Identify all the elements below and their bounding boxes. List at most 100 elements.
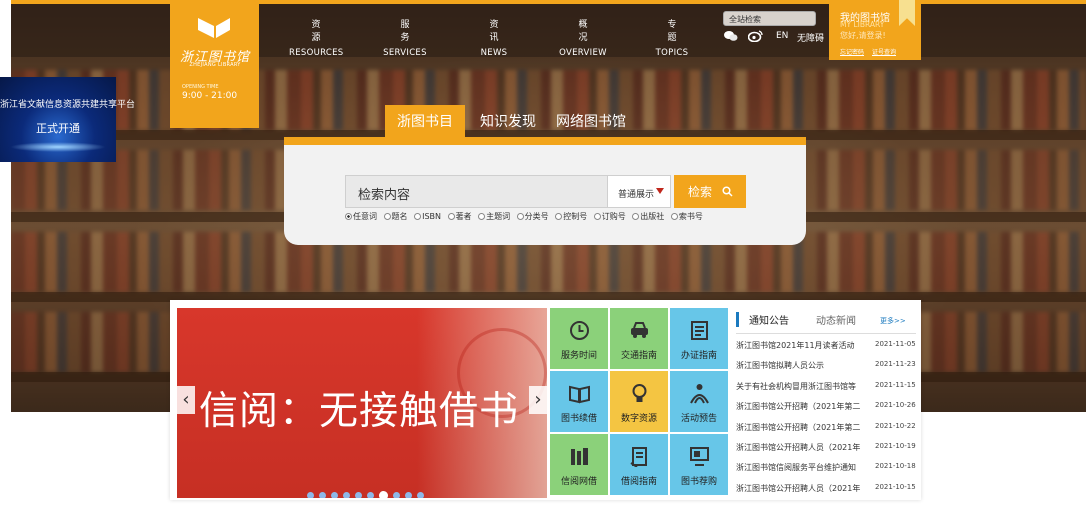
- book-logo-icon: [198, 18, 230, 38]
- radio-option[interactable]: 任意词: [345, 212, 377, 221]
- side-promo-banner[interactable]: 浙江省文献信息资源共建共享平台 正式开通: [0, 77, 135, 162]
- carousel-next-button[interactable]: ›: [529, 386, 547, 414]
- radio-option[interactable]: ISBN: [414, 212, 441, 221]
- wechat-icon[interactable]: [724, 30, 738, 42]
- news-title: 浙江图书馆2021年11月读者活动: [736, 341, 855, 350]
- quick-link-tile[interactable]: 活动预告: [670, 371, 728, 432]
- opening-hours: 9:00 - 21:00: [182, 91, 238, 101]
- radio-option[interactable]: 索书号: [670, 212, 703, 221]
- nav-resources[interactable]: 资 源 RESOURCES: [289, 17, 344, 58]
- quick-link-tile[interactable]: 借阅指南: [610, 434, 668, 495]
- banner-carousel[interactable]: 信阅：无接触借书 ‹ ›: [177, 308, 547, 498]
- quick-link-tile[interactable]: 图书续借: [550, 371, 608, 432]
- weibo-icon[interactable]: [748, 30, 763, 42]
- carousel-dot[interactable]: [379, 491, 388, 498]
- carousel-dot[interactable]: [417, 492, 424, 498]
- radio-option[interactable]: 分类号: [516, 212, 549, 221]
- news-item[interactable]: 浙江图书馆2021年11月读者活动 2021-11-05: [736, 340, 916, 356]
- accessibility-link[interactable]: 无障碍: [797, 31, 824, 44]
- news-item[interactable]: 浙江图书馆公开招聘（2021年第二 2021-10-22: [736, 422, 916, 438]
- radio-option[interactable]: 著者: [447, 212, 472, 221]
- carousel-dot[interactable]: [355, 492, 362, 498]
- nav-services[interactable]: 服 务 SERVICES: [381, 17, 432, 58]
- news-item[interactable]: 浙江图书馆信阅服务平台维护通知 2021-10-18: [736, 462, 916, 478]
- carousel-dot[interactable]: [393, 492, 400, 498]
- radio-icon: [670, 213, 678, 220]
- nav-label-en: OVERVIEW: [559, 48, 607, 58]
- tab-news[interactable]: 动态新闻: [816, 312, 856, 327]
- tab-notices[interactable]: 通知公告: [736, 312, 789, 327]
- news-item[interactable]: 浙江图书馆拟聘人员公示 2021-11-23: [736, 360, 916, 376]
- news-title: 浙江图书馆公开招聘人员（2021年: [736, 443, 861, 452]
- nav-news[interactable]: 资 讯 NEWS: [470, 17, 522, 58]
- news-date: 2021-10-19: [875, 442, 916, 450]
- news-date: 2021-10-18: [875, 462, 916, 471]
- quick-link-label: 图书荐购: [680, 477, 717, 487]
- radio-option[interactable]: 主题词: [478, 212, 510, 221]
- news-title: 浙江图书馆公开招聘人员（2021年: [736, 483, 861, 493]
- search-icon: [722, 186, 733, 197]
- news-title: 浙江图书馆公开招聘（2021年第二: [736, 402, 861, 412]
- glow-decoration: [10, 142, 106, 152]
- carousel-dot[interactable]: [331, 492, 338, 498]
- news-item[interactable]: 浙江图书馆公开招聘人员（2021年 2021-10-15: [736, 483, 916, 499]
- radio-icon: [478, 213, 486, 220]
- nav-label-cn: 资 源: [311, 20, 343, 43]
- clock-icon: [570, 321, 589, 340]
- tab-catalog[interactable]: 浙图书目: [385, 105, 465, 137]
- tab-knowledge-discovery[interactable]: 知识发现: [468, 105, 548, 137]
- monitor-icon: [690, 447, 709, 466]
- search-button-label: 检索: [688, 185, 713, 199]
- radio-option[interactable]: 出版社: [632, 212, 664, 221]
- carousel-dot[interactable]: [307, 492, 314, 498]
- news-item[interactable]: 关于有社会机构冒用浙江图书馆等 2021-11-15: [736, 381, 916, 397]
- card-lookup-link[interactable]: 证号查询: [872, 47, 896, 56]
- car-icon: [631, 322, 648, 338]
- news-date: 2021-11-23: [875, 360, 916, 369]
- side-banner-line2: 正式开通: [36, 122, 80, 135]
- radio-option[interactable]: 订购号: [593, 212, 626, 221]
- nav-label-en: TOPICS: [655, 48, 689, 58]
- quick-link-tile[interactable]: 信阅网借: [550, 434, 608, 495]
- news-title: 浙江图书馆信阅服务平台维护通知: [736, 463, 856, 473]
- radio-icon: [447, 213, 455, 220]
- carousel-prev-button[interactable]: ‹: [177, 386, 195, 414]
- quick-link-label: 活动预告: [680, 414, 717, 424]
- quick-link-tile[interactable]: 图书荐购: [670, 434, 728, 495]
- display-mode-select[interactable]: 普通展示: [607, 175, 671, 208]
- radio-icon: [593, 213, 601, 220]
- radio-option[interactable]: 题名: [383, 212, 408, 221]
- quick-link-tile[interactable]: 服务时间: [550, 308, 608, 369]
- books-icon: [571, 448, 588, 465]
- carousel-dot[interactable]: [343, 492, 350, 498]
- news-item[interactable]: 浙江图书馆公开招聘（2021年第二 2021-10-26: [736, 401, 916, 417]
- login-link[interactable]: 您好,请登录!: [840, 30, 886, 41]
- news-date: 2021-10-26: [875, 401, 916, 410]
- quick-link-label: 交通指南: [620, 351, 657, 361]
- nav-topics[interactable]: 专 题 TOPICS: [650, 17, 700, 58]
- language-en-link[interactable]: EN: [776, 31, 788, 41]
- radio-option[interactable]: 控制号: [555, 212, 587, 221]
- carousel-title: 信阅：无接触借书: [199, 389, 520, 434]
- tab-network-library[interactable]: 网络图书馆: [544, 105, 638, 137]
- radio-icon: [383, 213, 391, 220]
- quick-link-tile[interactable]: 数字资源: [610, 371, 668, 432]
- news-item[interactable]: 浙江图书馆公开招聘人员（2021年 2021-10-19: [736, 442, 916, 458]
- carousel-dot[interactable]: [367, 492, 374, 498]
- carousel-dot[interactable]: [319, 492, 326, 498]
- news-title: 关于有社会机构冒用浙江图书馆等: [736, 381, 856, 391]
- forgot-password-link[interactable]: 忘记密码: [840, 47, 864, 56]
- nav-overview[interactable]: 概 况 OVERVIEW: [559, 17, 610, 58]
- site-search-input[interactable]: 全站检索: [723, 11, 816, 26]
- radio-icon: [555, 213, 563, 220]
- quick-link-tile[interactable]: 办证指南: [670, 308, 728, 369]
- library-logo[interactable]: 浙江图书馆 ZHEJIANG LIBRARY OPENING TIME 9:00…: [170, 0, 259, 128]
- quick-link-tile[interactable]: 交通指南: [610, 308, 668, 369]
- more-link[interactable]: 更多>>: [880, 316, 906, 326]
- news-date: 2021-10-22: [875, 421, 916, 430]
- search-button[interactable]: 检索: [674, 175, 746, 208]
- news-title: 浙江图书馆拟聘人员公示: [736, 361, 824, 371]
- search-input[interactable]: 检索内容: [345, 175, 608, 208]
- carousel-dot[interactable]: [405, 492, 412, 498]
- quick-link-label: 信阅网借: [560, 477, 597, 487]
